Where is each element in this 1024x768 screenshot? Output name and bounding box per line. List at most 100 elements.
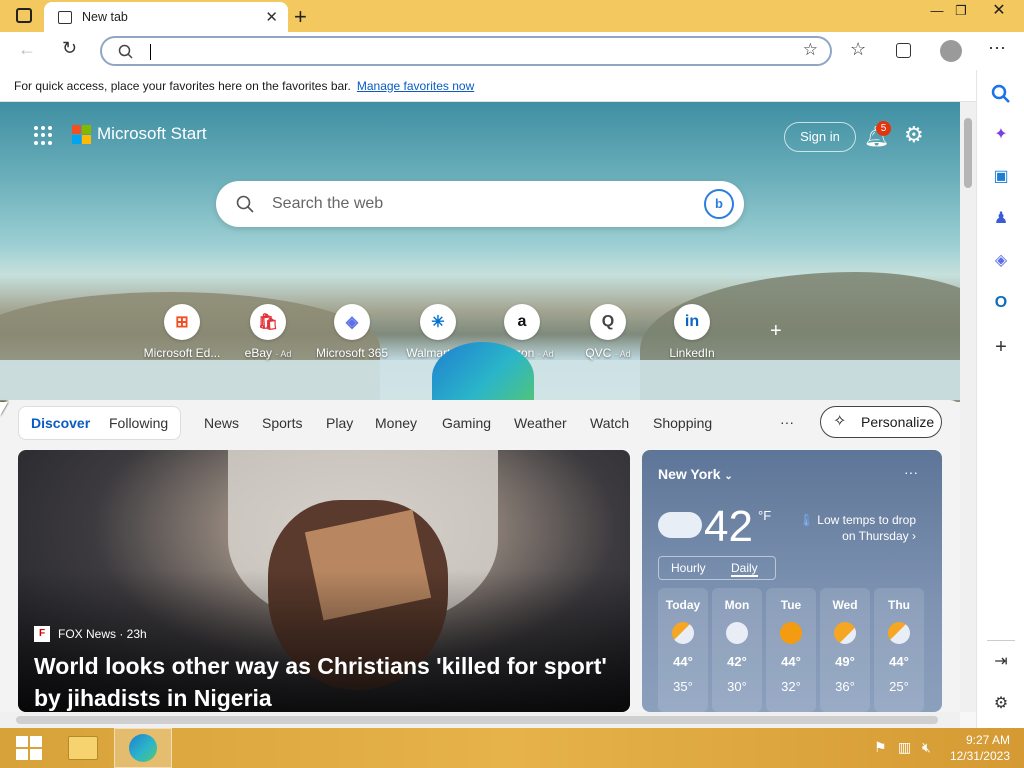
weather-alert[interactable]: 🌡︎ Low temps to drop on Thursday ›: [792, 512, 916, 544]
toggle-daily[interactable]: Daily: [731, 561, 758, 577]
quick-link-tile[interactable]: 🛍 eBay · Ad: [228, 304, 308, 360]
forecast-day[interactable]: Wed 49° 36°: [820, 588, 870, 712]
category-tab-gaming[interactable]: Gaming: [442, 415, 491, 431]
day-name: Wed: [832, 598, 858, 612]
cloudy-icon: [658, 512, 702, 538]
restore-button[interactable]: ❐: [946, 0, 976, 22]
microsoft-365-icon[interactable]: ◈: [991, 251, 1011, 271]
category-tab-play[interactable]: Play: [326, 415, 353, 431]
forecast-day[interactable]: Mon 42° 30°: [712, 588, 762, 712]
start-button[interactable]: [0, 728, 58, 768]
add-favorite-icon[interactable]: ☆: [803, 40, 818, 60]
refresh-icon[interactable]: ↻: [62, 38, 77, 59]
close-tab-icon[interactable]: ✕: [265, 8, 278, 26]
taskbar: ⚑ ▥ 🔇︎ 9:27 AM 12/31/2023: [0, 728, 1024, 768]
more-categories-icon[interactable]: ···: [780, 414, 794, 430]
category-tab-weather[interactable]: Weather: [514, 415, 567, 431]
category-tab-news[interactable]: News: [204, 415, 239, 431]
partly-sunny-icon: [834, 622, 856, 644]
clock-time: 9:27 AM: [965, 733, 1010, 747]
quick-link-label: LinkedIn: [669, 346, 715, 360]
personalize-button[interactable]: ✧ Personalize: [820, 406, 942, 438]
volume-muted-icon[interactable]: 🔇︎: [922, 739, 931, 756]
workspaces-icon[interactable]: [16, 8, 32, 23]
app-launcher-icon[interactable]: [34, 126, 54, 146]
quick-link-label: eBay · Ad: [244, 346, 292, 360]
scrollbar-thumb[interactable]: [964, 118, 972, 188]
copilot-icon[interactable]: ✦: [991, 125, 1011, 145]
search-icon[interactable]: [991, 84, 1011, 104]
sidebar-settings-icon[interactable]: ⚙: [991, 694, 1011, 714]
system-clock[interactable]: 9:27 AM 12/31/2023: [950, 732, 1010, 764]
temperature-unit: °F: [758, 508, 772, 523]
outlook-icon[interactable]: O: [991, 293, 1011, 313]
news-source-label: FOX News · 23h: [58, 627, 147, 641]
category-tab-sports[interactable]: Sports: [262, 415, 302, 431]
category-tab-watch[interactable]: Watch: [590, 415, 629, 431]
collections-icon[interactable]: [896, 43, 911, 58]
site-icon: ✳: [420, 304, 456, 340]
shopping-icon[interactable]: ▣: [991, 167, 1011, 187]
address-bar[interactable]: ☆: [100, 36, 832, 66]
day-high: 44°: [781, 654, 801, 669]
hide-sidebar-icon[interactable]: ⇥: [991, 652, 1011, 672]
toolbar: ← ↻ ☆ ☆ ⋯: [0, 32, 1024, 70]
day-high: 44°: [889, 654, 909, 669]
tab-following[interactable]: Following: [109, 415, 168, 431]
vertical-scrollbar[interactable]: [960, 102, 976, 712]
favorites-bar-message: For quick access, place your favorites h…: [14, 78, 351, 93]
category-tab-money[interactable]: Money: [375, 415, 417, 431]
site-icon: ⊞: [164, 304, 200, 340]
day-name: Thu: [888, 598, 910, 612]
quick-link-tile[interactable]: ⊞ Microsoft Ed...: [142, 304, 222, 360]
forecast-toggle: Hourly Daily: [658, 556, 776, 580]
scrollbar-thumb[interactable]: [16, 716, 938, 724]
weather-location[interactable]: New York ⌄: [658, 466, 733, 482]
partly-cloudy-icon: [888, 622, 910, 644]
manage-favorites-link[interactable]: Manage favorites now: [357, 79, 474, 93]
text-cursor: [150, 44, 151, 60]
forecast-day[interactable]: Thu 44° 25°: [874, 588, 924, 712]
tab-title: New tab: [82, 10, 128, 24]
site-icon: ◈: [334, 304, 370, 340]
page-settings-icon[interactable]: ⚙: [904, 122, 924, 148]
quick-link-tile[interactable]: Q QVC · Ad: [568, 304, 648, 360]
bing-chat-icon[interactable]: b: [704, 189, 734, 219]
network-icon[interactable]: ▥: [898, 739, 911, 756]
news-headline[interactable]: World looks other way as Christians 'kil…: [34, 650, 624, 712]
quick-link-tile[interactable]: ◈ Microsoft 365: [312, 304, 392, 360]
close-window-button[interactable]: ✕: [984, 0, 1014, 22]
cloudy-icon: [726, 622, 748, 644]
new-tab-button[interactable]: +: [294, 4, 307, 30]
forecast-day[interactable]: Tue 44° 32°: [766, 588, 816, 712]
back-arrow-icon[interactable]: ←: [18, 39, 36, 60]
personalize-label: Personalize: [861, 414, 935, 430]
favorites-icon[interactable]: ☆: [850, 39, 866, 60]
news-card[interactable]: F FOX News · 23h World looks other way a…: [18, 450, 630, 712]
games-icon[interactable]: ♟: [991, 209, 1011, 229]
quick-link-tile[interactable]: in LinkedIn: [652, 304, 732, 360]
edge-taskbar-button[interactable]: [114, 728, 172, 768]
microsoft-start-brand[interactable]: Microsoft Start: [72, 124, 207, 144]
tab-new-tab[interactable]: New tab ✕: [44, 2, 288, 32]
toggle-hourly[interactable]: Hourly: [671, 561, 706, 575]
tab-discover[interactable]: Discover: [31, 415, 90, 431]
weather-card[interactable]: New York ⌄ ··· 42 °F 🌡︎ Low temps to dro…: [642, 450, 942, 712]
weather-city: New York: [658, 466, 721, 482]
settings-more-icon[interactable]: ⋯: [988, 38, 1006, 59]
profile-avatar[interactable]: [940, 40, 962, 62]
sign-in-button[interactable]: Sign in: [784, 122, 856, 152]
add-quick-link-button[interactable]: +: [770, 320, 782, 343]
web-search-box[interactable]: Search the web b: [216, 181, 744, 227]
partly-cloudy-icon: [672, 622, 694, 644]
news-source[interactable]: F FOX News · 23h: [34, 626, 147, 642]
day-low: 32°: [781, 679, 801, 694]
category-tab-shopping[interactable]: Shopping: [653, 415, 712, 431]
file-explorer-button[interactable]: [54, 728, 112, 768]
add-sidebar-app-icon[interactable]: +: [991, 337, 1011, 357]
hero-background: Microsoft Start Sign in 🔔︎ 5 ⚙ Search th…: [0, 102, 960, 412]
action-center-flag-icon[interactable]: ⚑: [874, 739, 887, 756]
horizontal-scrollbar[interactable]: [0, 712, 960, 728]
forecast-day[interactable]: Today 44° 35°: [658, 588, 708, 712]
weather-more-icon[interactable]: ···: [904, 464, 918, 480]
